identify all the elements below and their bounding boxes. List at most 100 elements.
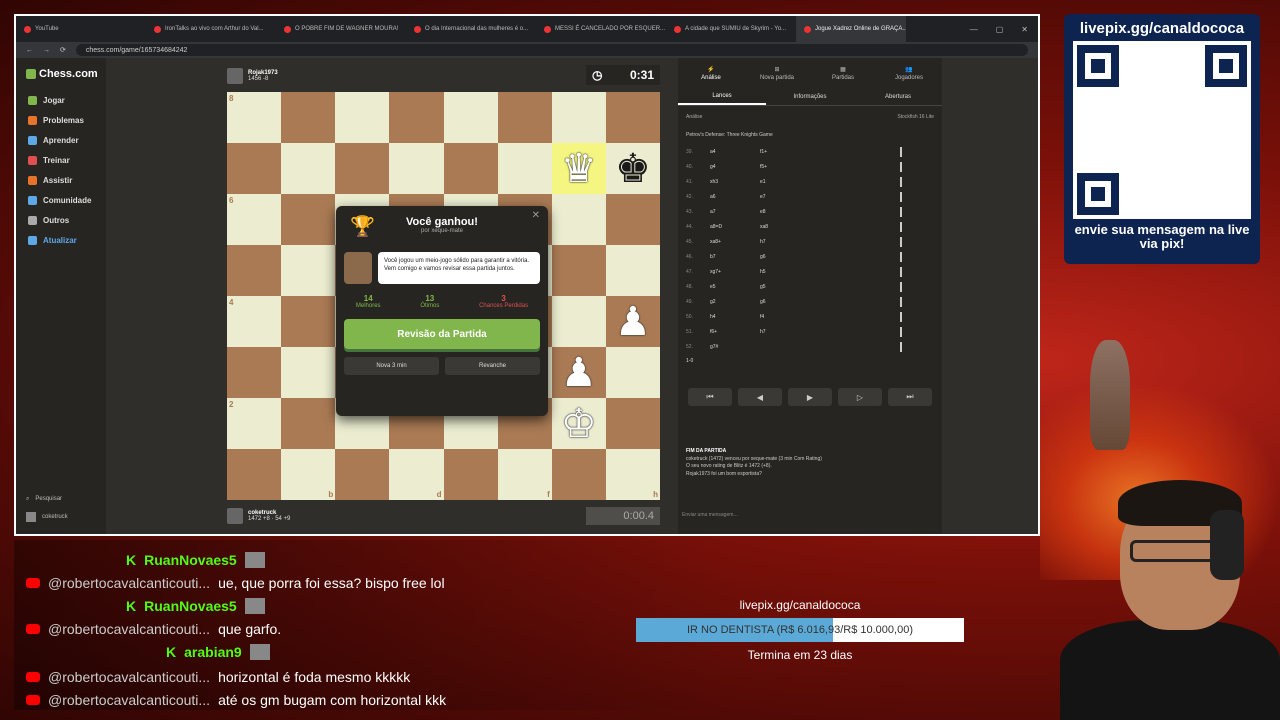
- browser-tab[interactable]: YouTube: [16, 16, 146, 42]
- panel-subtab[interactable]: Aberturas: [854, 88, 942, 105]
- white-move[interactable]: g4: [710, 164, 760, 170]
- panel-tab[interactable]: ▦ Partidas: [810, 58, 876, 88]
- last-move-icon[interactable]: ⏭: [888, 388, 932, 406]
- board-square[interactable]: [443, 92, 498, 143]
- top-player-avatar[interactable]: [227, 68, 243, 84]
- chess-piece[interactable]: ♛: [552, 143, 606, 194]
- opening-name[interactable]: Petrov's Defense: Three Knights Game: [678, 128, 942, 142]
- chess-piece[interactable]: ♟: [606, 296, 660, 347]
- reload-icon[interactable]: ⟳: [60, 46, 66, 54]
- board-square[interactable]: [551, 92, 606, 143]
- white-move[interactable]: a4: [710, 149, 760, 155]
- board-square[interactable]: [551, 296, 606, 347]
- board-square[interactable]: 7: [227, 143, 282, 194]
- board-square[interactable]: 3: [227, 347, 282, 398]
- bottom-player-avatar[interactable]: [227, 508, 243, 524]
- browser-tab[interactable]: O dia Internacional das mulheres é o...: [406, 16, 536, 42]
- game-review-button[interactable]: Revisão da Partida: [344, 319, 540, 349]
- board-square[interactable]: g: [551, 449, 606, 500]
- board-square[interactable]: 1a: [227, 449, 282, 500]
- play-icon[interactable]: ▶: [788, 388, 832, 406]
- browser-tab[interactable]: A cidade que SUMIU de Skyrim - Yo...: [666, 16, 796, 42]
- close-icon[interactable]: ✕: [532, 210, 540, 221]
- board-square[interactable]: ♚: [605, 143, 660, 194]
- white-move[interactable]: a7: [710, 209, 760, 215]
- analysis-label[interactable]: Análise: [686, 114, 702, 120]
- board-square[interactable]: d: [389, 449, 444, 500]
- black-move[interactable]: g6: [760, 254, 900, 260]
- board-square[interactable]: [605, 398, 660, 449]
- sidebar-item[interactable]: Treinar: [16, 150, 106, 170]
- message-input[interactable]: Enviar uma mensagem...: [682, 512, 738, 518]
- board-square[interactable]: ♟: [605, 296, 660, 347]
- board-square[interactable]: [497, 92, 552, 143]
- board-square[interactable]: c: [335, 449, 390, 500]
- minimize-icon[interactable]: —: [970, 25, 978, 34]
- board-square[interactable]: ♛: [551, 143, 606, 194]
- board-square[interactable]: [605, 194, 660, 245]
- black-move[interactable]: e7: [760, 194, 900, 200]
- board-square[interactable]: [335, 143, 390, 194]
- chess-logo[interactable]: Chess.com: [16, 58, 106, 80]
- black-move[interactable]: e8: [760, 209, 900, 215]
- board-square[interactable]: [389, 92, 444, 143]
- next-move-icon[interactable]: ▷: [838, 388, 882, 406]
- rematch-button[interactable]: Revanche: [445, 357, 540, 375]
- board-square[interactable]: [281, 92, 336, 143]
- black-move[interactable]: e1: [760, 179, 900, 185]
- white-move[interactable]: a6: [710, 194, 760, 200]
- chess-piece[interactable]: ♟: [552, 347, 606, 398]
- profile-item[interactable]: coketruck: [26, 508, 68, 526]
- board-square[interactable]: [605, 245, 660, 296]
- board-square[interactable]: ♟: [551, 347, 606, 398]
- black-move[interactable]: f4: [760, 314, 900, 320]
- panel-tab[interactable]: 👥 Jogadores: [876, 58, 942, 88]
- sidebar-item[interactable]: Assistir: [16, 170, 106, 190]
- sidebar-item[interactable]: Aprender: [16, 130, 106, 150]
- sidebar-item[interactable]: Comunidade: [16, 190, 106, 210]
- browser-tab[interactable]: O POBRE FIM DE WAGNER MOURA!: [276, 16, 406, 42]
- browser-tab[interactable]: MESSI É CANCELADO POR ESQUER...: [536, 16, 666, 42]
- black-move[interactable]: f1+: [760, 149, 900, 155]
- sidebar-item[interactable]: Problemas: [16, 110, 106, 130]
- board-square[interactable]: [389, 143, 444, 194]
- board-square[interactable]: [605, 92, 660, 143]
- white-move[interactable]: xa8+: [710, 239, 760, 245]
- board-square[interactable]: 8: [227, 92, 282, 143]
- board-square[interactable]: [281, 143, 336, 194]
- board-square[interactable]: f: [497, 449, 552, 500]
- chess-piece[interactable]: ♔: [552, 398, 606, 449]
- white-move[interactable]: f6+: [710, 329, 760, 335]
- url-field[interactable]: chess.com/game/165734684242: [75, 44, 1028, 56]
- black-move[interactable]: h7: [760, 239, 900, 245]
- board-square[interactable]: 2: [227, 398, 282, 449]
- board-square[interactable]: 6: [227, 194, 282, 245]
- maximize-icon[interactable]: ▢: [996, 25, 1004, 34]
- white-move[interactable]: h4: [710, 314, 760, 320]
- board-square[interactable]: [281, 245, 336, 296]
- board-square[interactable]: [335, 92, 390, 143]
- forward-icon[interactable]: →: [43, 47, 50, 54]
- close-icon[interactable]: ✕: [1021, 25, 1028, 34]
- board-square[interactable]: [443, 143, 498, 194]
- board-square[interactable]: [281, 296, 336, 347]
- back-icon[interactable]: ←: [26, 47, 33, 54]
- panel-tab[interactable]: ⚡ Análise: [678, 58, 744, 88]
- sidebar-item[interactable]: Jogar: [16, 90, 106, 110]
- black-move[interactable]: h5: [760, 269, 900, 275]
- white-move[interactable]: xh3: [710, 179, 760, 185]
- white-move[interactable]: e5: [710, 284, 760, 290]
- board-square[interactable]: e: [443, 449, 498, 500]
- browser-tab[interactable]: Jogue Xadrez Online de GRAÇA...: [796, 16, 906, 42]
- panel-subtab[interactable]: Lances: [678, 88, 766, 105]
- chess-piece[interactable]: ♚: [606, 143, 660, 194]
- black-move[interactable]: g6: [760, 299, 900, 305]
- prev-move-icon[interactable]: ◀: [738, 388, 782, 406]
- board-square[interactable]: 4: [227, 296, 282, 347]
- board-square[interactable]: [551, 245, 606, 296]
- black-move[interactable]: g5: [760, 284, 900, 290]
- sidebar-item[interactable]: Outros: [16, 210, 106, 230]
- board-square[interactable]: [281, 194, 336, 245]
- panel-tab[interactable]: ⊞ Nova partida: [744, 58, 810, 88]
- white-move[interactable]: xg7+: [710, 269, 760, 275]
